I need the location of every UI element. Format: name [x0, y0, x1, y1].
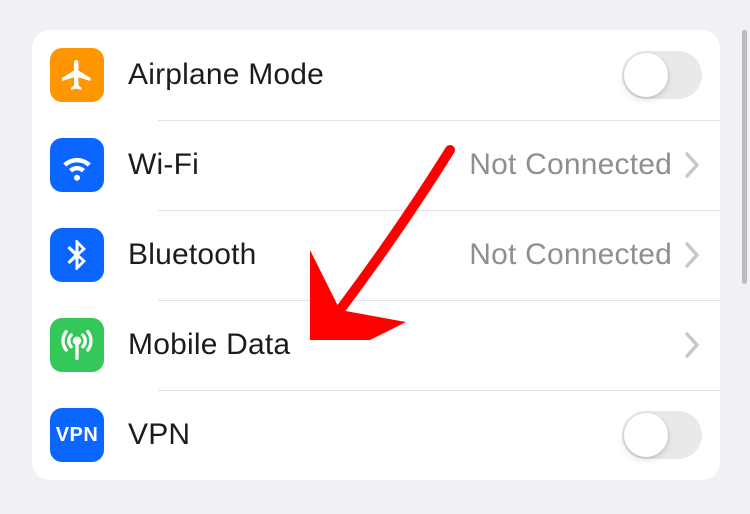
row-bluetooth[interactable]: Bluetooth Not Connected: [32, 210, 720, 300]
vpn-icon: VPN: [50, 408, 104, 462]
chevron-right-icon: [684, 331, 702, 359]
row-label: Mobile Data: [128, 328, 290, 362]
scrollbar[interactable]: [742, 30, 747, 284]
airplane-toggle[interactable]: [622, 51, 702, 99]
chevron-right-icon: [684, 151, 702, 179]
bluetooth-icon: [50, 228, 104, 282]
row-label: VPN: [128, 418, 190, 452]
antenna-icon: [50, 318, 104, 372]
vpn-icon-text: VPN: [56, 424, 99, 447]
row-airplane-mode[interactable]: Airplane Mode: [32, 30, 720, 120]
row-label: Bluetooth: [128, 238, 257, 272]
row-status: Not Connected: [469, 148, 672, 182]
settings-panel: Airplane Mode Wi-Fi Not Connected Blueto…: [32, 30, 720, 480]
row-mobile-data[interactable]: Mobile Data: [32, 300, 720, 390]
airplane-icon: [50, 48, 104, 102]
vpn-toggle[interactable]: [622, 411, 702, 459]
row-label: Airplane Mode: [128, 58, 324, 92]
row-status: Not Connected: [469, 238, 672, 272]
row-wifi[interactable]: Wi-Fi Not Connected: [32, 120, 720, 210]
wifi-icon: [50, 138, 104, 192]
row-label: Wi-Fi: [128, 148, 199, 182]
row-vpn[interactable]: VPN VPN: [32, 390, 720, 480]
chevron-right-icon: [684, 241, 702, 269]
